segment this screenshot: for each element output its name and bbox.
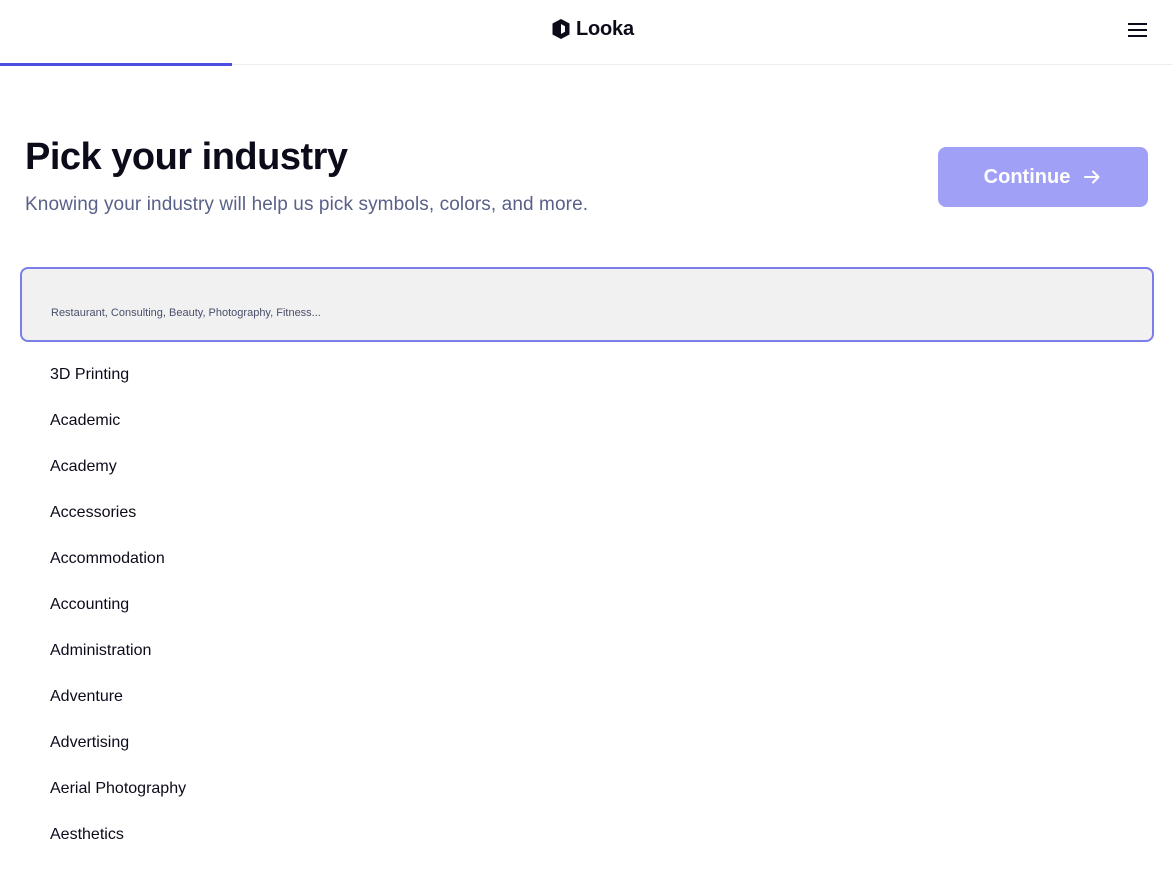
industry-option[interactable]: Academy [0, 444, 1172, 490]
progress-bar [0, 63, 1172, 66]
page-title: Pick your industry [25, 136, 348, 178]
industry-option[interactable]: Advertising [0, 720, 1172, 766]
industry-option[interactable]: Aerial Photography [0, 766, 1172, 812]
industry-option[interactable]: Academic [0, 398, 1172, 444]
industry-option[interactable]: Aesthetics [0, 812, 1172, 858]
industry-option[interactable]: Accommodation [0, 536, 1172, 582]
arrow-right-icon [1082, 167, 1102, 187]
industry-option[interactable]: Adventure [0, 674, 1172, 720]
industry-option[interactable]: 3D Printing [0, 352, 1172, 398]
industry-search-input[interactable] [22, 269, 1152, 340]
hamburger-menu-icon[interactable] [1126, 18, 1150, 42]
looka-logo-icon [551, 18, 571, 40]
continue-button-label: Continue [983, 165, 1071, 188]
industry-option[interactable]: Administration [0, 628, 1172, 674]
industry-list: 3D Printing Academic Academy Accessories Acc… [0, 352, 1172, 858]
industry-option[interactable]: Accessories [0, 490, 1172, 536]
brand-logo[interactable]: Looka [551, 17, 634, 41]
progress-bar-fill [0, 63, 233, 66]
industry-option[interactable]: Accounting [0, 582, 1172, 628]
top-bar: Looka [0, 0, 1172, 65]
page-subtitle: Knowing your industry will help us pick … [25, 194, 589, 215]
brand-name: Looka [576, 17, 634, 40]
continue-button[interactable]: Continue [938, 147, 1148, 207]
industry-search-box [20, 267, 1154, 342]
